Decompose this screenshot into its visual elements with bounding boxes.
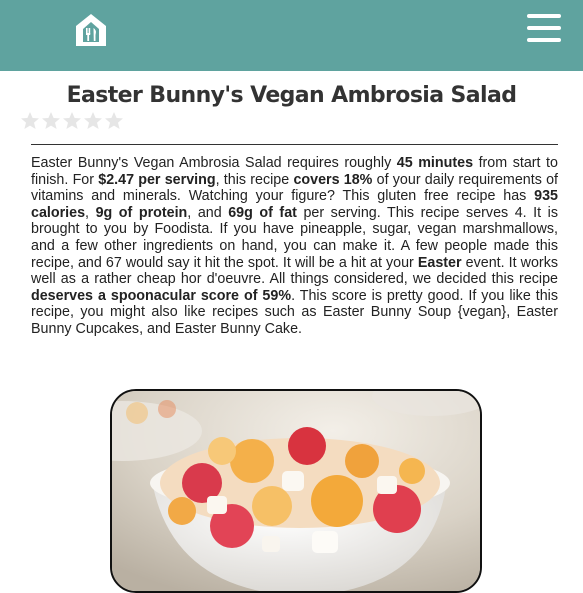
top-nav-bar [0, 0, 583, 71]
summary-highlight: covers 18% [293, 171, 373, 188]
star-icon[interactable] [20, 111, 40, 131]
menu-line [527, 26, 561, 30]
recipe-title: Easter Bunny's Vegan Ambrosia Salad [66, 83, 517, 108]
summary-text: , [85, 204, 96, 221]
ambrosia-salad-bowl-photo [112, 391, 480, 591]
summary-text: Easter Bunny's Vegan Ambrosia Salad requ… [31, 155, 397, 171]
star-icon[interactable] [104, 111, 124, 131]
hamburger-menu-icon[interactable] [527, 14, 561, 42]
summary-highlight: 9g of protein [95, 204, 188, 221]
summary-text: , this recipe [215, 171, 294, 188]
summary-text: , and [187, 204, 229, 221]
star-icon[interactable] [41, 111, 61, 131]
summary-highlight: Easter [417, 254, 462, 271]
summary-highlight: 45 minutes [396, 155, 474, 171]
star-icon[interactable] [62, 111, 82, 131]
summary-highlight: deserves a spoonacular score of 59% [31, 287, 292, 304]
menu-line [527, 14, 561, 18]
star-rating[interactable] [20, 111, 124, 131]
menu-line [527, 38, 561, 42]
house-utensils-icon[interactable] [74, 12, 108, 48]
summary-highlight: 69g of fat [228, 204, 297, 221]
divider [31, 144, 558, 145]
summary-highlight: $2.47 per serving [98, 171, 216, 188]
star-icon[interactable] [83, 111, 103, 131]
recipe-photo [110, 389, 482, 593]
recipe-summary: Easter Bunny's Vegan Ambrosia Salad requ… [31, 155, 558, 338]
